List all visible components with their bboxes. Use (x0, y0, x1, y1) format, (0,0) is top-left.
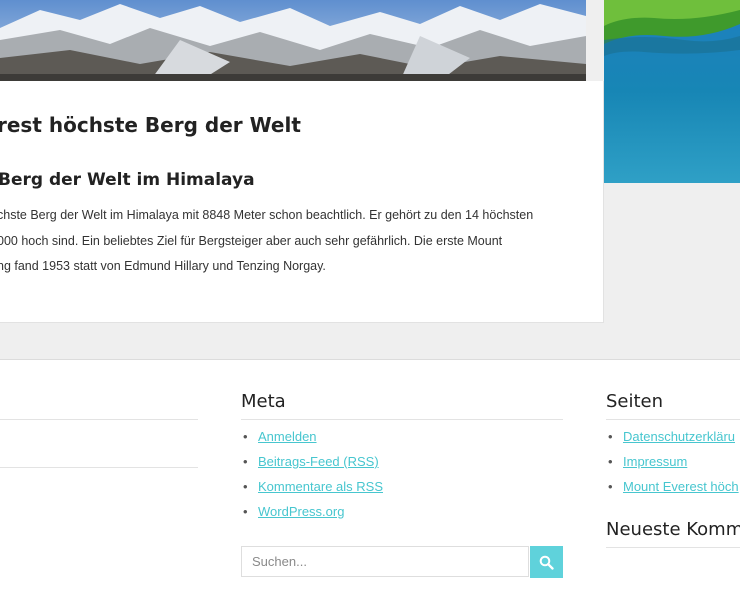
article-body-line: chste Berg der Welt im Himalaya mit 8848… (0, 208, 534, 222)
article-body: chste Berg der Welt im Himalaya mit 8848… (0, 203, 601, 280)
bullet-icon: • (243, 454, 248, 469)
bullet-icon: • (608, 429, 613, 444)
lake-image (604, 0, 740, 183)
article-subtitle: Berg der Welt im Himalaya (0, 170, 255, 190)
meta-link-anmelden[interactable]: Anmelden (258, 429, 317, 444)
bullet-icon: • (608, 479, 613, 494)
meta-link-wordpress[interactable]: WordPress.org (258, 504, 344, 519)
list-item: • Mount Everest höch (606, 474, 739, 499)
article-card: rest höchste Berg der Welt Berg der Welt… (0, 81, 604, 323)
search-box (241, 546, 529, 577)
page-link-impressum[interactable]: Impressum (623, 454, 687, 469)
list-item: • Kommentare als RSS (241, 474, 383, 499)
divider (606, 547, 740, 548)
search-icon (539, 555, 554, 570)
article-body-line: ng fand 1953 statt von Edmund Hillary un… (0, 259, 326, 273)
list-item: • Impressum (606, 449, 739, 474)
divider (606, 419, 740, 420)
divider (0, 419, 198, 420)
meta-link-entries-rss[interactable]: Beitrags-Feed (RSS) (258, 454, 379, 469)
bullet-icon: • (243, 504, 248, 519)
meta-links: • Anmelden • Beitrags-Feed (RSS) • Kommenta… (241, 424, 383, 524)
footer-widgets: Meta • Anmelden • Beitrags-Feed (RSS) • Kom… (0, 360, 740, 600)
divider (0, 467, 198, 468)
bullet-icon: • (608, 454, 613, 469)
list-item: • Beitrags-Feed (RSS) (241, 449, 383, 474)
hero-mountain-image (0, 0, 586, 81)
page-link-datenschutz[interactable]: Datenschutzerkläru (623, 429, 735, 444)
search-button[interactable] (530, 546, 563, 578)
meta-widget-title: Meta (241, 391, 286, 412)
list-item: • WordPress.org (241, 499, 383, 524)
list-item: • Anmelden (241, 424, 383, 449)
bullet-icon: • (243, 479, 248, 494)
list-item: • Datenschutzerkläru (606, 424, 739, 449)
meta-link-comments-rss[interactable]: Kommentare als RSS (258, 479, 383, 494)
divider (241, 419, 563, 420)
recent-comments-widget-title: Neueste Komme (606, 519, 740, 540)
pages-links: • Datenschutzerkläru • Impressum • Mount Ev… (606, 424, 739, 499)
page-link-mount-everest[interactable]: Mount Everest höch (623, 479, 739, 494)
bullet-icon: • (243, 429, 248, 444)
search-input[interactable] (242, 547, 528, 576)
article-title[interactable]: rest höchste Berg der Welt (0, 113, 301, 137)
article-body-line: 000 hoch sind. Ein beliebtes Ziel für Be… (0, 233, 503, 248)
pages-widget-title: Seiten (606, 391, 664, 412)
